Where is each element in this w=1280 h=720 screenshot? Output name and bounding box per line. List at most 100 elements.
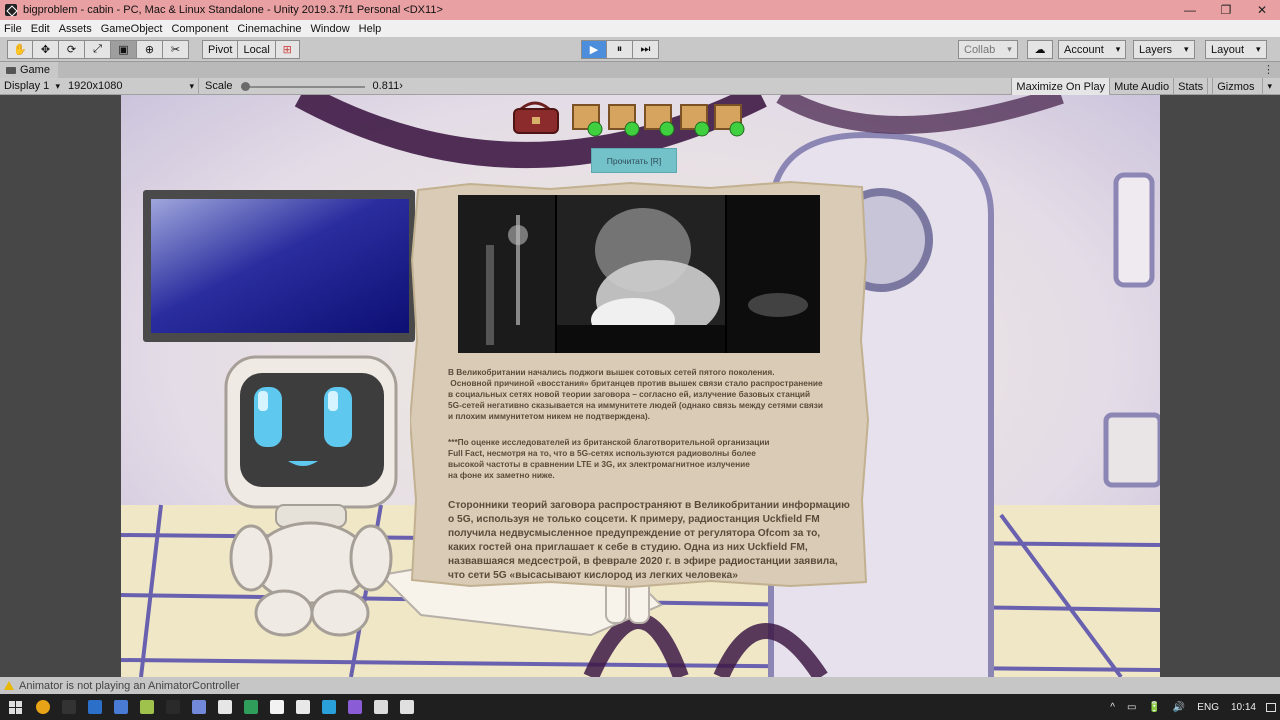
taskbar-app-icon[interactable]: [240, 694, 262, 720]
maximize-on-play-toggle[interactable]: Maximize On Play: [1011, 78, 1110, 95]
minimize-button[interactable]: —: [1172, 0, 1208, 20]
stats-toggle[interactable]: Stats: [1173, 78, 1207, 95]
clock[interactable]: 10:14: [1231, 702, 1256, 713]
step-button[interactable]: ⏭: [633, 40, 659, 59]
menu-edit[interactable]: Edit: [31, 23, 50, 35]
app-glyph: [192, 700, 206, 714]
app-glyph: [348, 700, 362, 714]
local-toggle[interactable]: Local: [238, 40, 276, 59]
menu-file[interactable]: File: [4, 23, 22, 35]
rect-tool-icon[interactable]: ▣: [111, 40, 137, 59]
app-glyph: [36, 700, 50, 714]
start-button[interactable]: [0, 694, 30, 720]
display-label: Display 1: [4, 80, 50, 92]
taskbar-app-icon[interactable]: [266, 694, 288, 720]
article-line: высокой частоты в сравнении LTE и 3G, их…: [448, 459, 750, 469]
pause-button[interactable]: ⏸: [607, 40, 633, 59]
article-line: 5G-сетей негативно сказывается на иммуни…: [448, 400, 823, 410]
game-view-icon: [6, 66, 16, 74]
display-dropdown[interactable]: Display 1 ▾: [0, 78, 64, 95]
taskbar-app-icon[interactable]: [370, 694, 392, 720]
taskbar-app-icon[interactable]: [396, 694, 418, 720]
pivot-toggle[interactable]: Pivot: [202, 40, 239, 59]
maximize-button[interactable]: ❐: [1208, 0, 1244, 20]
taskbar-app-icon[interactable]: [58, 694, 80, 720]
game-viewport[interactable]: Прочитать [R] В Великобритании начались …: [0, 95, 1280, 677]
console-status-bar[interactable]: Animator is not playing an AnimatorContr…: [0, 677, 1280, 694]
close-button[interactable]: ✕: [1244, 0, 1280, 20]
article-line: Сторонники теорий заговора распространяю…: [448, 500, 850, 511]
account-label: Account: [1064, 43, 1104, 56]
notification-icon[interactable]: [1262, 694, 1280, 720]
menu-component[interactable]: Component: [171, 23, 228, 35]
mute-audio-toggle[interactable]: Mute Audio: [1109, 78, 1173, 95]
slider-handle[interactable]: [240, 81, 250, 91]
scale-slider[interactable]: [240, 78, 365, 95]
taskbar-app-icon[interactable]: [136, 694, 158, 720]
gizmos-dropdown[interactable]: Gizmos ▾: [1207, 78, 1280, 95]
game-scene: Прочитать [R] В Великобритании начались …: [121, 95, 1160, 677]
menu-cinemachine[interactable]: Cinemachine: [237, 23, 301, 35]
play-button[interactable]: ▶: [581, 40, 607, 59]
window-title: bigproblem - cabin - PC, Mac & Linux Sta…: [23, 4, 443, 16]
app-glyph: [166, 700, 180, 714]
article-line: в социальных сетях новой теории заговора…: [448, 389, 811, 399]
collected-item-icons: [572, 104, 745, 137]
menu-help[interactable]: Help: [359, 23, 382, 35]
hand-tool-icon[interactable]: ✋: [7, 40, 33, 59]
title-bar: bigproblem - cabin - PC, Mac & Linux Sta…: [0, 0, 1280, 20]
language-indicator[interactable]: ENG: [1197, 702, 1219, 713]
inventory-bar: [511, 99, 841, 141]
chevron-down-icon: ▾: [55, 80, 60, 91]
tab-game[interactable]: Game: [0, 62, 58, 78]
article-line: ***По оценке исследователей из британско…: [448, 437, 770, 447]
taskbar-app-icon[interactable]: [214, 694, 236, 720]
snap-icon[interactable]: ⊞: [275, 40, 300, 59]
taskbar-app-icon[interactable]: [344, 694, 366, 720]
article-paragraph-1: В Великобритании начались поджоги вышек …: [448, 367, 858, 422]
custom-tool-icon[interactable]: ✂: [163, 40, 189, 59]
taskbar-app-icon[interactable]: [188, 694, 210, 720]
taskbar-app-icon[interactable]: [292, 694, 314, 720]
article-line: получила недвусмысленное предупреждение …: [448, 528, 821, 539]
resolution-label: 1920x1080: [68, 80, 123, 92]
scale-tool-icon[interactable]: ⤢: [85, 40, 111, 59]
layers-label: Layers: [1139, 43, 1173, 56]
layers-group: Layers: [1133, 40, 1195, 59]
layout-dropdown[interactable]: Layout: [1205, 40, 1267, 59]
menu-assets[interactable]: Assets: [59, 23, 92, 35]
taskbar-app-icon[interactable]: [162, 694, 184, 720]
menu-window[interactable]: Window: [311, 23, 350, 35]
taskbar-app-icon[interactable]: [110, 694, 132, 720]
tray-display-icon[interactable]: ▭: [1127, 702, 1136, 713]
tab-menu-icon[interactable]: ⋮: [1263, 63, 1274, 76]
collab-label: Collab: [964, 43, 996, 56]
article-line: Основной причиной «восстания» британцев …: [448, 378, 823, 388]
volume-icon[interactable]: 🔊: [1173, 702, 1185, 713]
article-line: каких гостей она приглашает к себе в сту…: [448, 542, 808, 553]
app-glyph: [322, 700, 336, 714]
news-photo: [458, 195, 820, 353]
transform-tools: ✋ ✥ ⟳ ⤢ ▣ ⊕ ✂: [7, 40, 189, 59]
menu-gameobject[interactable]: GameObject: [101, 23, 163, 35]
taskbar-app-icon[interactable]: [84, 694, 106, 720]
collab-button[interactable]: Collab: [958, 40, 1018, 59]
app-glyph: [244, 700, 258, 714]
account-dropdown[interactable]: Account: [1058, 40, 1127, 59]
layers-dropdown[interactable]: Layers: [1133, 40, 1195, 59]
resolution-dropdown[interactable]: 1920x1080 ▾: [64, 78, 198, 95]
tray-chevron-icon[interactable]: ^: [1110, 702, 1115, 713]
taskbar-app-icon[interactable]: [318, 694, 340, 720]
taskbar-app-icon[interactable]: [32, 694, 54, 720]
read-button[interactable]: Прочитать [R]: [591, 148, 677, 173]
battery-icon[interactable]: 🔋: [1148, 702, 1160, 713]
cloud-icon[interactable]: ☁: [1027, 40, 1053, 59]
slider-track: [240, 85, 365, 88]
rotate-tool-icon[interactable]: ⟳: [59, 40, 85, 59]
account-group: Account: [1058, 40, 1127, 59]
robot-character: [224, 355, 398, 637]
system-tray: ^ ▭ 🔋 🔊 ENG 10:14: [1104, 694, 1280, 720]
move-tool-icon[interactable]: ✥: [33, 40, 59, 59]
pivot-group: Pivot Local ⊞: [202, 40, 300, 59]
transform-tool-icon[interactable]: ⊕: [137, 40, 163, 59]
